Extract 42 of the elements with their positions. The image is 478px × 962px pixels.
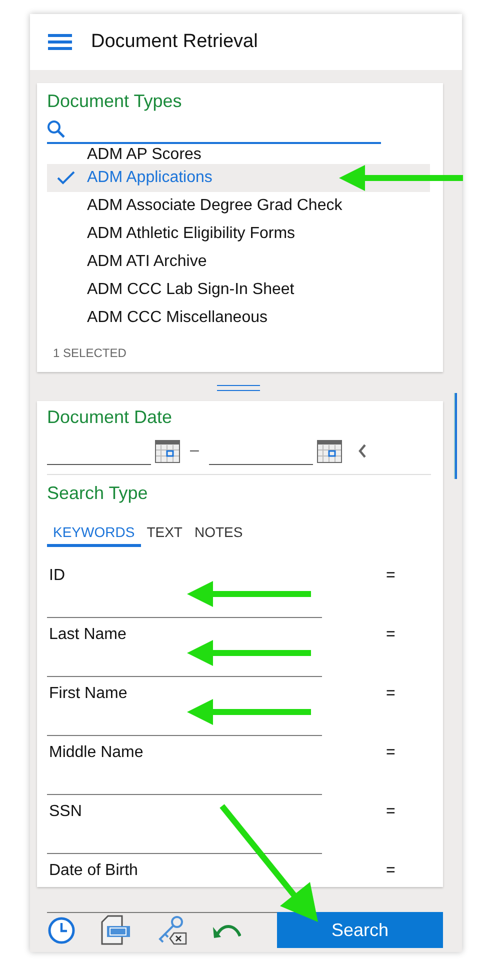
search-icon bbox=[47, 120, 65, 138]
document-type-item[interactable]: ADM Applications bbox=[47, 164, 430, 192]
search-type-tab[interactable]: TEXT bbox=[140, 520, 188, 547]
field-label: Last Name bbox=[49, 626, 126, 644]
selection-count: 1 SELECTED bbox=[53, 346, 126, 360]
keyword-input-field[interactable]: Middle Name bbox=[47, 736, 322, 795]
document-icon[interactable] bbox=[101, 915, 131, 945]
operator-label[interactable]: = bbox=[386, 685, 396, 703]
operator-label[interactable]: = bbox=[386, 744, 396, 762]
resize-handle[interactable] bbox=[217, 385, 260, 391]
section-title: Document Types bbox=[47, 91, 183, 112]
document-type-item[interactable]: ADM CCC Lab Sign-In Sheet bbox=[47, 276, 430, 304]
menu-icon[interactable] bbox=[48, 34, 72, 50]
scrollbar[interactable] bbox=[454, 393, 457, 479]
chevron-left-icon[interactable] bbox=[358, 444, 367, 458]
date-range-dash: – bbox=[190, 442, 199, 460]
document-type-item[interactable]: ADM CCC Miscellaneous bbox=[47, 304, 430, 332]
operator-label[interactable]: = bbox=[386, 567, 396, 585]
field-label: First Name bbox=[49, 685, 128, 703]
field-label: ID bbox=[49, 567, 65, 585]
keyword-input-field[interactable]: SSN bbox=[47, 795, 322, 854]
field-label: Date of Birth bbox=[49, 862, 138, 880]
operator-label[interactable]: = bbox=[386, 803, 396, 821]
search-type-tab[interactable]: NOTES bbox=[188, 520, 249, 547]
section-title: Search Type bbox=[47, 483, 149, 504]
document-type-item[interactable]: ADM Associate Degree Grad Check bbox=[47, 192, 430, 220]
calendar-icon[interactable] bbox=[155, 440, 180, 462]
operator-label[interactable]: = bbox=[386, 626, 396, 644]
operator-label[interactable]: = bbox=[386, 862, 396, 880]
search-type-tab[interactable]: KEYWORDS bbox=[47, 520, 141, 547]
search-button[interactable]: Search bbox=[277, 912, 443, 948]
field-label: Middle Name bbox=[49, 744, 144, 762]
document-type-item[interactable]: ADM ATI Archive bbox=[47, 248, 430, 276]
checkmark-icon bbox=[57, 171, 75, 185]
clock-icon[interactable] bbox=[48, 916, 75, 944]
key-remove-icon[interactable] bbox=[157, 915, 187, 945]
document-type-item[interactable]: ADM Athletic Eligibility Forms bbox=[47, 220, 430, 248]
calendar-icon[interactable] bbox=[316, 440, 342, 462]
field-label: SSN bbox=[49, 803, 82, 821]
section-title: Document Date bbox=[47, 407, 174, 428]
page-title: Document Retrieval bbox=[91, 31, 258, 53]
document-type-item[interactable]: ADM AP Scores bbox=[47, 146, 430, 164]
